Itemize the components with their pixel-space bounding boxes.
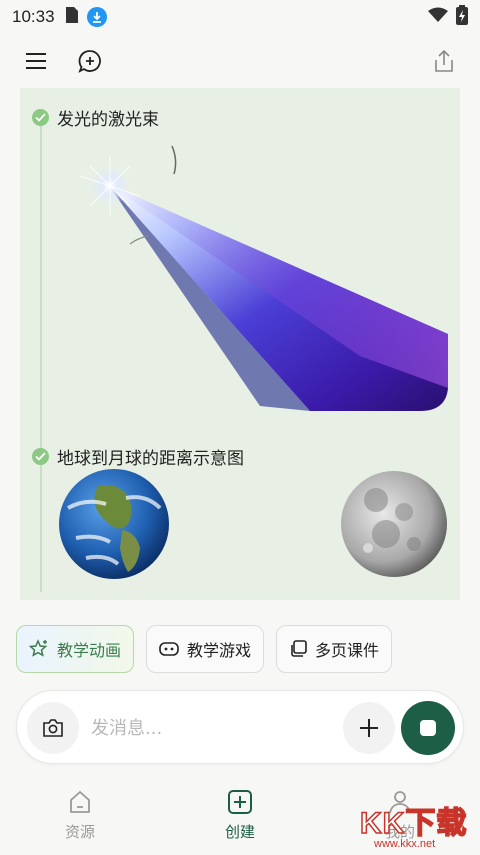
sim-card-icon	[65, 6, 79, 28]
timeline-line	[40, 122, 42, 592]
chip-label: 教学动画	[57, 641, 122, 660]
earth-image[interactable]	[56, 468, 172, 580]
chip-multipage-courseware[interactable]: 多页课件	[276, 625, 393, 673]
create-icon	[228, 790, 252, 814]
moon-image[interactable]	[338, 468, 448, 578]
mode-chips: 教学动画 教学游戏 多页课件	[16, 625, 393, 673]
add-attachment-button[interactable]	[343, 702, 395, 754]
message-composer	[16, 690, 464, 764]
watermark-logo: KK下载 www.kkx.net	[352, 798, 480, 854]
stop-generation-button[interactable]	[401, 701, 455, 755]
check-icon	[32, 448, 49, 465]
message-input[interactable]	[91, 711, 331, 745]
nav-item-resources[interactable]: 资源	[0, 775, 160, 855]
status-bar: 10:33	[0, 0, 480, 34]
new-chat-button[interactable]	[70, 41, 110, 81]
gamepad-icon	[159, 642, 179, 656]
chip-label: 多页课件	[315, 641, 380, 660]
laser-beam-image[interactable]	[60, 126, 450, 416]
share-icon	[435, 49, 453, 72]
home-icon	[70, 791, 90, 813]
stop-icon	[420, 720, 436, 736]
status-time: 10:33	[12, 7, 55, 26]
camera-icon	[43, 719, 63, 737]
section-title: 地球到月球的距离示意图	[57, 449, 244, 469]
plus-icon	[360, 719, 378, 737]
menu-icon	[26, 53, 46, 69]
share-button[interactable]	[424, 41, 464, 81]
chip-teaching-animation[interactable]: 教学动画	[16, 625, 135, 673]
battery-icon	[456, 5, 468, 29]
section-distance-header: 地球到月球的距离示意图	[32, 444, 244, 469]
download-icon	[86, 7, 107, 27]
nav-item-create[interactable]: 创建	[160, 775, 320, 855]
menu-button[interactable]	[16, 41, 56, 81]
check-icon	[32, 109, 49, 126]
camera-button[interactable]	[27, 702, 79, 754]
pages-icon	[291, 640, 307, 657]
wifi-icon	[428, 7, 448, 27]
nav-label: 创建	[224, 823, 255, 841]
watermark-brand: KK下载	[359, 806, 468, 841]
sparkle-star-icon	[29, 639, 48, 657]
content-panel: 发光的激光束 地球到月球的距离示意图	[20, 88, 460, 600]
chip-teaching-game[interactable]: 教学游戏	[146, 625, 265, 673]
new-chat-icon	[78, 50, 101, 73]
chip-label: 教学游戏	[187, 641, 252, 660]
top-toolbar	[0, 34, 480, 88]
watermark-url: www.kkx.net	[374, 838, 436, 850]
nav-label: 资源	[64, 823, 95, 841]
